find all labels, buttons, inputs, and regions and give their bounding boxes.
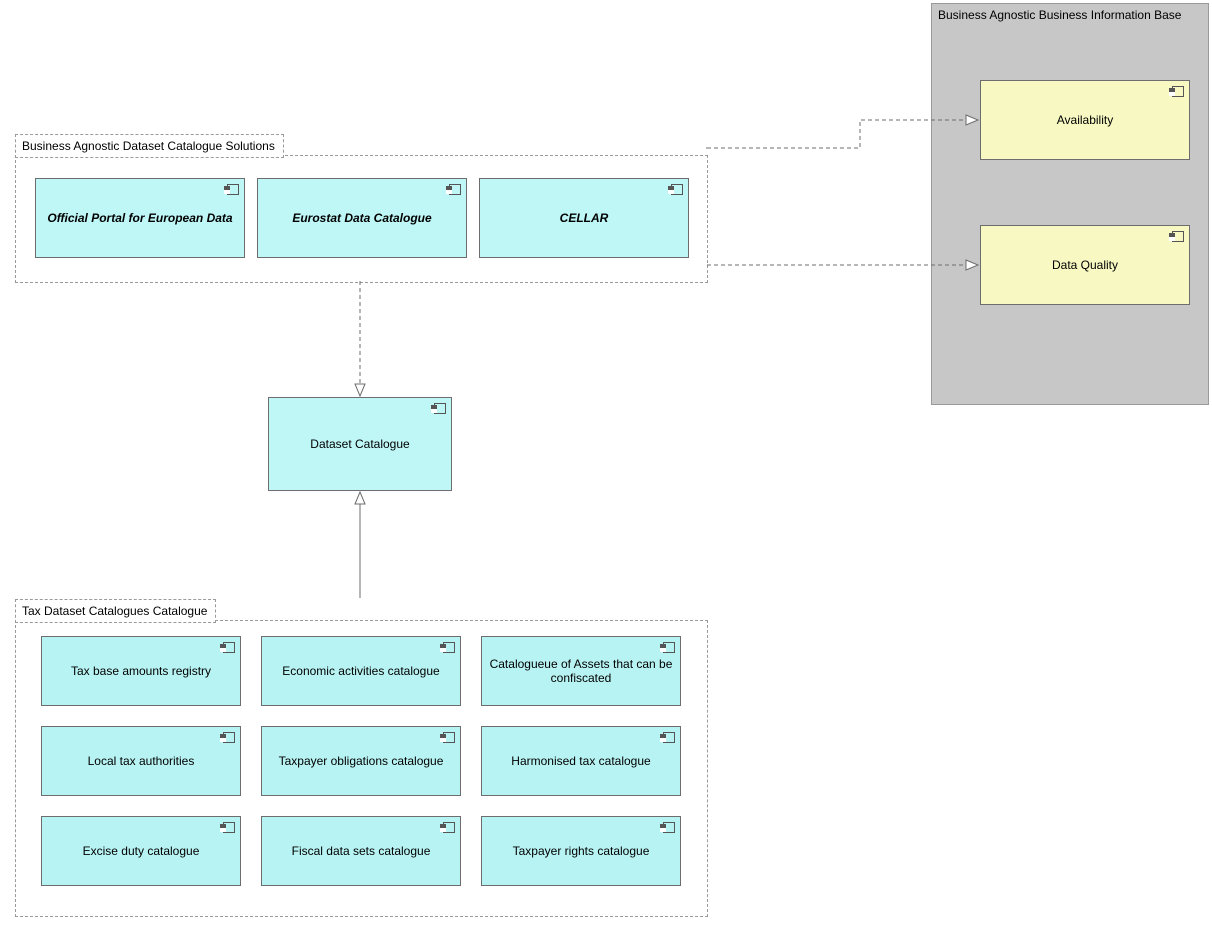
node-local-tax-label: Local tax authorities	[88, 754, 195, 768]
node-availability[interactable]: Availability	[980, 80, 1190, 160]
component-icon	[668, 184, 682, 194]
node-excise-duty[interactable]: Excise duty catalogue	[41, 816, 241, 886]
node-assets-confiscated-label: Catalogueue of Assets that can be confis…	[488, 657, 674, 685]
component-icon	[1169, 231, 1183, 241]
node-harmonised-tax-label: Harmonised tax catalogue	[511, 754, 650, 768]
component-icon	[660, 822, 674, 832]
node-assets-confiscated[interactable]: Catalogueue of Assets that can be confis…	[481, 636, 681, 706]
node-econ-activities-label: Economic activities catalogue	[282, 664, 439, 678]
group-info-base: Business Agnostic Business Information B…	[931, 3, 1209, 405]
component-icon	[660, 732, 674, 742]
node-availability-label: Availability	[1057, 113, 1113, 127]
node-local-tax[interactable]: Local tax authorities	[41, 726, 241, 796]
component-icon	[220, 822, 234, 832]
node-econ-activities[interactable]: Economic activities catalogue	[261, 636, 461, 706]
component-icon	[1169, 86, 1183, 96]
node-data-quality[interactable]: Data Quality	[980, 225, 1190, 305]
node-taxpayer-obligations-label: Taxpayer obligations catalogue	[279, 754, 444, 768]
node-eurostat[interactable]: Eurostat Data Catalogue	[257, 178, 467, 258]
component-icon	[224, 184, 238, 194]
group-tax-label-text: Tax Dataset Catalogues Catalogue	[22, 604, 207, 618]
group-tax-label: Tax Dataset Catalogues Catalogue	[15, 599, 216, 623]
component-icon	[431, 403, 445, 413]
node-fiscal-data-sets[interactable]: Fiscal data sets catalogue	[261, 816, 461, 886]
node-dataset-catalogue[interactable]: Dataset Catalogue	[268, 397, 452, 491]
component-icon	[660, 642, 674, 652]
node-official-portal-label: Official Portal for European Data	[47, 211, 232, 225]
node-dataset-catalogue-label: Dataset Catalogue	[310, 437, 409, 451]
node-excise-duty-label: Excise duty catalogue	[83, 844, 200, 858]
component-icon	[446, 184, 460, 194]
group-info-base-label-text: Business Agnostic Business Information B…	[938, 8, 1181, 22]
node-cellar[interactable]: CELLAR	[479, 178, 689, 258]
node-cellar-label: CELLAR	[560, 211, 609, 225]
node-taxpayer-rights[interactable]: Taxpayer rights catalogue	[481, 816, 681, 886]
node-eurostat-label: Eurostat Data Catalogue	[292, 211, 431, 225]
component-icon	[440, 732, 454, 742]
node-data-quality-label: Data Quality	[1052, 258, 1118, 272]
node-harmonised-tax[interactable]: Harmonised tax catalogue	[481, 726, 681, 796]
group-solutions-label-text: Business Agnostic Dataset Catalogue Solu…	[22, 139, 275, 153]
node-taxpayer-obligations[interactable]: Taxpayer obligations catalogue	[261, 726, 461, 796]
node-tax-base-label: Tax base amounts registry	[71, 664, 211, 678]
node-official-portal[interactable]: Official Portal for European Data	[35, 178, 245, 258]
component-icon	[440, 642, 454, 652]
component-icon	[220, 642, 234, 652]
node-tax-base[interactable]: Tax base amounts registry	[41, 636, 241, 706]
component-icon	[220, 732, 234, 742]
node-fiscal-data-sets-label: Fiscal data sets catalogue	[292, 844, 431, 858]
component-icon	[440, 822, 454, 832]
group-info-base-label: Business Agnostic Business Information B…	[938, 8, 1181, 22]
group-solutions-label: Business Agnostic Dataset Catalogue Solu…	[15, 134, 284, 158]
node-taxpayer-rights-label: Taxpayer rights catalogue	[513, 844, 650, 858]
